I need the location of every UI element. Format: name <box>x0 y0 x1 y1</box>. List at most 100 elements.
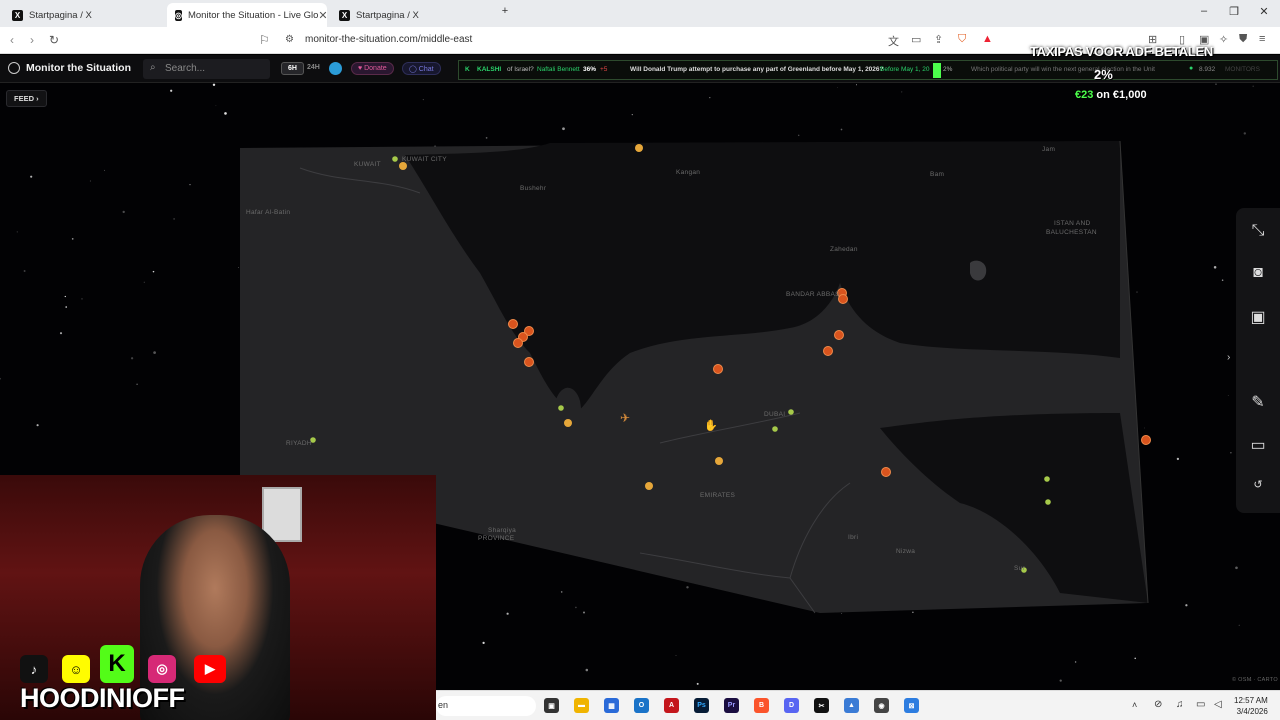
event-marker-icon[interactable] <box>399 162 407 170</box>
streamer-name: HOODINIOFF <box>20 683 185 713</box>
star <box>173 218 175 220</box>
clock-date: 3/4/2026 <box>1236 707 1268 716</box>
close-window-icon[interactable]: ✕ <box>1256 5 1272 18</box>
tab-startpagina-2[interactable]: X Startpagina / X <box>331 3 491 27</box>
network-icon[interactable]: ⊘ <box>1154 699 1162 710</box>
acrobat-icon[interactable]: A <box>664 698 679 713</box>
store-icon[interactable]: ▦ <box>604 698 619 713</box>
star <box>1176 457 1180 461</box>
rewind-90-icon[interactable]: ↺ <box>1248 478 1268 491</box>
event-marker-icon[interactable] <box>392 156 398 162</box>
task-view-icon[interactable]: ▣ <box>544 698 559 713</box>
display-icon[interactable]: ▭ <box>1196 699 1205 710</box>
back-icon[interactable]: ‹ <box>10 33 14 47</box>
ticker-item1-change: +5 <box>600 66 608 73</box>
outlook-icon[interactable]: O <box>634 698 649 713</box>
premiere-icon[interactable]: Pr <box>724 698 739 713</box>
close-tab-icon[interactable]: ✕ <box>318 9 327 22</box>
star <box>143 281 145 283</box>
fire-marker-icon[interactable] <box>524 357 534 367</box>
fire-marker-icon[interactable] <box>834 330 844 340</box>
event-marker-icon[interactable] <box>645 482 653 490</box>
cast-icon[interactable]: ▭ <box>911 33 921 46</box>
fire-marker-icon[interactable] <box>713 364 723 374</box>
menu-icon[interactable]: ≡ <box>1259 33 1265 45</box>
donate-button[interactable]: ♥ Donate <box>351 62 394 75</box>
star <box>30 175 33 178</box>
fire-marker-icon[interactable] <box>881 467 891 477</box>
telegram-icon[interactable] <box>329 62 342 75</box>
forward-icon[interactable]: › <box>30 33 34 47</box>
url-field[interactable]: monitor-the-situation.com/middle-east <box>305 34 472 45</box>
event-marker-icon[interactable] <box>564 419 572 427</box>
rewards-icon[interactable]: ▲ <box>982 33 993 45</box>
taskbar-search[interactable]: en <box>436 696 536 716</box>
app-icon-3[interactable]: ⊠ <box>904 698 919 713</box>
aircraft-icon[interactable]: ✈ <box>620 411 630 425</box>
video-camera-icon[interactable]: ▣ <box>1248 307 1268 327</box>
map-label-zahedan: Zahedan <box>830 246 858 253</box>
translate-icon[interactable]: 文 <box>888 33 899 49</box>
event-marker-icon[interactable] <box>558 405 564 411</box>
tab-label: Startpagina / X <box>356 9 419 21</box>
fire-marker-icon[interactable] <box>1141 435 1151 445</box>
star <box>1243 132 1247 135</box>
ticker-item3-text: Which political party will win the next … <box>971 66 1155 73</box>
mic-icon[interactable]: ♫ <box>1176 699 1184 710</box>
event-marker-icon[interactable] <box>635 144 643 152</box>
photoshop-icon[interactable]: Ps <box>694 698 709 713</box>
search-placeholder: Search... <box>165 63 206 74</box>
fire-marker-icon[interactable] <box>823 346 833 356</box>
star <box>1144 427 1145 429</box>
camera-icon[interactable]: ◙ <box>1248 264 1268 282</box>
minimize-icon[interactable]: – <box>1196 5 1212 17</box>
star <box>1235 566 1238 570</box>
donate-label: Donate <box>364 65 387 72</box>
panel-expand-icon[interactable]: › <box>1227 352 1230 363</box>
tab-startpagina-1[interactable]: X Startpagina / X <box>4 3 164 27</box>
bookmark-icon[interactable]: ⚐ <box>259 33 270 47</box>
windows-taskbar: en ▣ ▬ ▦ O A Ps Pr B D ✂ ▲ ◉ ⊠ ˄ ⊘ ♫ ▭ ◁… <box>436 690 1280 720</box>
event-marker-icon[interactable] <box>1045 499 1051 505</box>
collapse-icon[interactable]: ⤡ <box>1248 222 1268 240</box>
tiktok-icon: ♪ <box>20 655 48 683</box>
plus-icon[interactable]: + <box>497 5 513 17</box>
capcut-icon[interactable]: ✂ <box>814 698 829 713</box>
event-marker-icon[interactable] <box>715 457 723 465</box>
map-label-sharqiya: Sharqiya <box>488 527 517 534</box>
site-info-icon[interactable]: ⚙ <box>285 34 294 45</box>
event-marker-icon[interactable] <box>772 426 778 432</box>
map-label-province: PROVINCE <box>478 535 515 542</box>
feed-button[interactable]: FEED › <box>6 90 47 107</box>
search-input[interactable]: ⌕ Search... <box>143 59 270 79</box>
event-marker-icon[interactable] <box>788 409 794 415</box>
pen-icon[interactable]: ✎ <box>1248 392 1268 412</box>
star <box>122 210 125 214</box>
discord-icon[interactable]: D <box>784 698 799 713</box>
volume-icon[interactable]: ◁ <box>1214 699 1222 710</box>
event-marker-icon[interactable] <box>1044 476 1050 482</box>
app-icon-1[interactable]: ▲ <box>844 698 859 713</box>
vpn-icon[interactable]: ⛊ <box>1239 33 1247 46</box>
reload-icon[interactable]: ↻ <box>49 33 59 47</box>
fire-marker-icon[interactable] <box>513 338 523 348</box>
star <box>562 127 565 131</box>
restore-icon[interactable]: ❐ <box>1226 5 1242 18</box>
brave-icon[interactable]: B <box>754 698 769 713</box>
fire-marker-icon[interactable] <box>508 319 518 329</box>
brand[interactable]: Monitor the Situation <box>8 62 131 74</box>
tray-chevron-icon[interactable]: ˄ <box>1132 700 1137 710</box>
share-icon[interactable]: ⇪ <box>934 33 943 46</box>
leo-icon[interactable]: ✧ <box>1219 33 1228 46</box>
file-explorer-icon[interactable]: ▬ <box>574 698 589 713</box>
tab-monitor-the-situation[interactable]: ◎ Monitor the Situation - Live Glo ✕ <box>167 3 328 27</box>
taskbar-clock[interactable]: 12:57 AM 3/4/2026 <box>1234 695 1268 717</box>
ticker-item1-text: of Israel? <box>507 66 534 73</box>
star <box>840 128 843 131</box>
brave-shield-icon[interactable]: ⛉ <box>958 33 966 46</box>
app-icon-2[interactable]: ◉ <box>874 698 889 713</box>
chat-button[interactable]: ◯ Chat <box>402 62 441 75</box>
prediction-ticker[interactable]: K KALSHI of Israel? Naftali Bennett 36% … <box>458 60 1278 80</box>
filter-24h-button[interactable]: 24H <box>301 62 326 75</box>
folder-icon[interactable]: ▭ <box>1248 435 1268 455</box>
